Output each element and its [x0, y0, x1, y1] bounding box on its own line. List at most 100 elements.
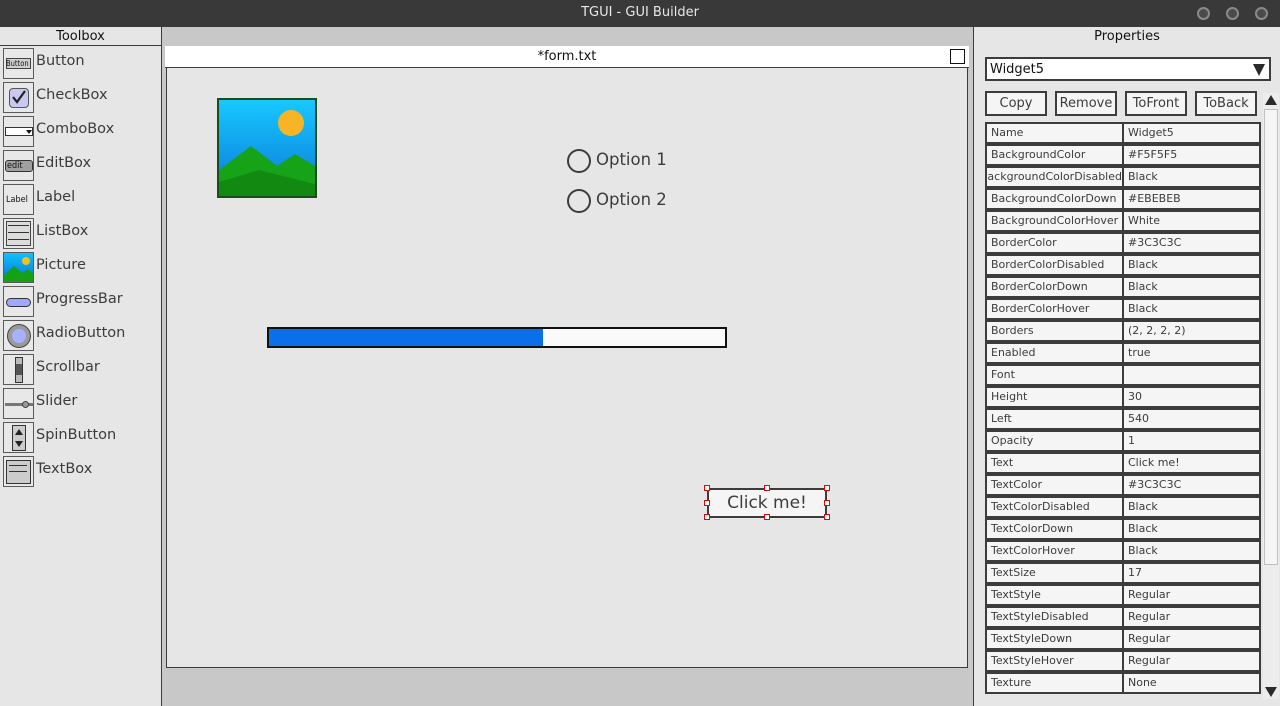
property-value-field[interactable] — [1122, 364, 1261, 386]
progress-bar-widget[interactable] — [267, 327, 727, 348]
radio-option-2[interactable]: Option 2 — [567, 188, 707, 214]
properties-scrollbar[interactable] — [1263, 93, 1279, 699]
property-row[interactable]: TextStyleHover Regular — [985, 650, 1261, 672]
property-row[interactable]: TextColorDown Black — [985, 518, 1261, 540]
toolbox-item-textbox[interactable]: TextBox — [2, 455, 157, 487]
property-row[interactable]: Borders (2, 2, 2, 2) — [985, 320, 1261, 342]
property-value-field[interactable]: Black — [1122, 496, 1261, 518]
toolbox-item-progressbar[interactable]: ProgressBar — [2, 285, 157, 317]
property-row[interactable]: BorderColor #3C3C3C — [985, 232, 1261, 254]
property-row[interactable]: TextColor #3C3C3C — [985, 474, 1261, 496]
scrollbar-thumb[interactable] — [1264, 109, 1278, 565]
dropdown-arrow-icon[interactable] — [1253, 64, 1265, 76]
property-value-field[interactable]: Regular — [1122, 650, 1261, 672]
remove-button[interactable]: Remove — [1055, 91, 1117, 116]
property-value-field[interactable]: Black — [1122, 540, 1261, 562]
scroll-down-arrow-icon[interactable] — [1265, 687, 1277, 697]
radio-option-1[interactable]: Option 1 — [567, 148, 707, 174]
property-value-field[interactable]: Regular — [1122, 606, 1261, 628]
toolbox-item-spinbutton[interactable]: SpinButton — [2, 421, 157, 453]
toolbox-item-editbox[interactable]: edit EditBox — [2, 149, 157, 181]
scroll-up-arrow-icon[interactable] — [1265, 95, 1277, 105]
property-value-field[interactable]: Widget5 — [1122, 122, 1261, 144]
property-row[interactable]: TextStyleDisabled Regular — [985, 606, 1261, 628]
property-value-field[interactable]: Black — [1122, 254, 1261, 276]
property-row[interactable]: Enabled true — [985, 342, 1261, 364]
property-row[interactable]: TextStyleDown Regular — [985, 628, 1261, 650]
resize-handle-top-right[interactable] — [824, 485, 830, 491]
property-row[interactable]: Left 540 — [985, 408, 1261, 430]
toolbox-item-label[interactable]: Label Label — [2, 183, 157, 215]
property-row[interactable]: Height 30 — [985, 386, 1261, 408]
property-row[interactable]: TextStyle Regular — [985, 584, 1261, 606]
property-value-field[interactable]: Black — [1122, 276, 1261, 298]
property-row[interactable]: BorderColorDown Black — [985, 276, 1261, 298]
toolbox-item-button[interactable]: Button Button — [2, 47, 157, 79]
property-value-field[interactable]: Regular — [1122, 584, 1261, 606]
form-maximize-button[interactable] — [950, 49, 965, 64]
property-value-field[interactable]: #3C3C3C — [1122, 474, 1261, 496]
picture-widget[interactable] — [217, 98, 317, 198]
property-value-field[interactable]: Click me! — [1122, 452, 1261, 474]
toolbox-item-combobox[interactable]: ComboBox — [2, 115, 157, 147]
toolbox-item-radiobutton[interactable]: RadioButton — [2, 319, 157, 351]
to-back-button[interactable]: ToBack — [1195, 91, 1257, 116]
window-title: TGUI - GUI Builder — [581, 5, 699, 20]
window-maximize-button[interactable] — [1226, 7, 1239, 20]
toolbox-item-scrollbar[interactable]: Scrollbar — [2, 353, 157, 385]
widget-selector-value: Widget5 — [990, 62, 1045, 77]
property-value-field[interactable]: 1 — [1122, 430, 1261, 452]
property-table: Name Widget5 BackgroundColor #F5F5F5 Backgro… — [985, 122, 1261, 695]
to-front-button[interactable]: ToFront — [1125, 91, 1187, 116]
property-value-field[interactable]: #F5F5F5 — [1122, 144, 1261, 166]
property-value-field[interactable]: #3C3C3C — [1122, 232, 1261, 254]
property-row[interactable]: BorderColorHover Black — [985, 298, 1261, 320]
toolbox-item-label: ComboBox — [36, 121, 115, 137]
resize-handle-bottom-left[interactable] — [704, 514, 710, 520]
property-row[interactable]: TextColorDisabled Black — [985, 496, 1261, 518]
property-value-field[interactable]: (2, 2, 2, 2) — [1122, 320, 1261, 342]
property-row[interactable]: TextSize 17 — [985, 562, 1261, 584]
property-row[interactable]: Text Click me! — [985, 452, 1261, 474]
property-value-field[interactable]: true — [1122, 342, 1261, 364]
radio-circle[interactable] — [567, 189, 591, 213]
resize-handle-right[interactable] — [824, 500, 830, 506]
toolbox-item-checkbox[interactable]: CheckBox — [2, 81, 157, 113]
form-canvas[interactable]: Option 1 Option 2 Click me! — [166, 67, 968, 668]
property-value-field[interactable]: Black — [1122, 518, 1261, 540]
property-row[interactable]: BorderColorDisabled Black — [985, 254, 1261, 276]
window-close-button[interactable] — [1255, 7, 1268, 20]
resize-handle-left[interactable] — [704, 500, 710, 506]
radio-circle[interactable] — [567, 149, 591, 173]
toolbox-item-slider[interactable]: Slider — [2, 387, 157, 419]
property-row[interactable]: BackgroundColorDisabled Black — [985, 166, 1261, 188]
property-row[interactable]: BackgroundColorDown #EBEBEB — [985, 188, 1261, 210]
property-value-field[interactable]: Black — [1122, 166, 1261, 188]
copy-button[interactable]: Copy — [985, 91, 1047, 116]
property-row[interactable]: BackgroundColor #F5F5F5 — [985, 144, 1261, 166]
window-minimize-button[interactable] — [1197, 7, 1210, 20]
property-row[interactable]: Texture None — [985, 672, 1261, 694]
toolbox-item-label: Scrollbar — [36, 359, 100, 375]
property-row[interactable]: BackgroundColorHover White — [985, 210, 1261, 232]
property-value-field[interactable]: #EBEBEB — [1122, 188, 1261, 210]
checkbox-widget-icon — [3, 82, 34, 113]
property-value-field[interactable]: White — [1122, 210, 1261, 232]
property-row[interactable]: Opacity 1 — [985, 430, 1261, 452]
property-value-field[interactable]: None — [1122, 672, 1261, 694]
toolbox-item-picture[interactable]: Picture — [2, 251, 157, 283]
resize-handle-top-left[interactable] — [704, 485, 710, 491]
property-value-field[interactable]: 540 — [1122, 408, 1261, 430]
property-value-field[interactable]: Black — [1122, 298, 1261, 320]
property-value-field[interactable]: 30 — [1122, 386, 1261, 408]
resize-handle-bottom[interactable] — [764, 514, 770, 520]
property-value-field[interactable]: 17 — [1122, 562, 1261, 584]
property-row[interactable]: Name Widget5 — [985, 122, 1261, 144]
widget-selector-combobox[interactable]: Widget5 — [985, 57, 1271, 81]
resize-handle-top[interactable] — [764, 485, 770, 491]
property-row[interactable]: TextColorHover Black — [985, 540, 1261, 562]
property-value-field[interactable]: Regular — [1122, 628, 1261, 650]
property-row[interactable]: Font — [985, 364, 1261, 386]
toolbox-item-listbox[interactable]: ListBox — [2, 217, 157, 249]
resize-handle-bottom-right[interactable] — [824, 514, 830, 520]
